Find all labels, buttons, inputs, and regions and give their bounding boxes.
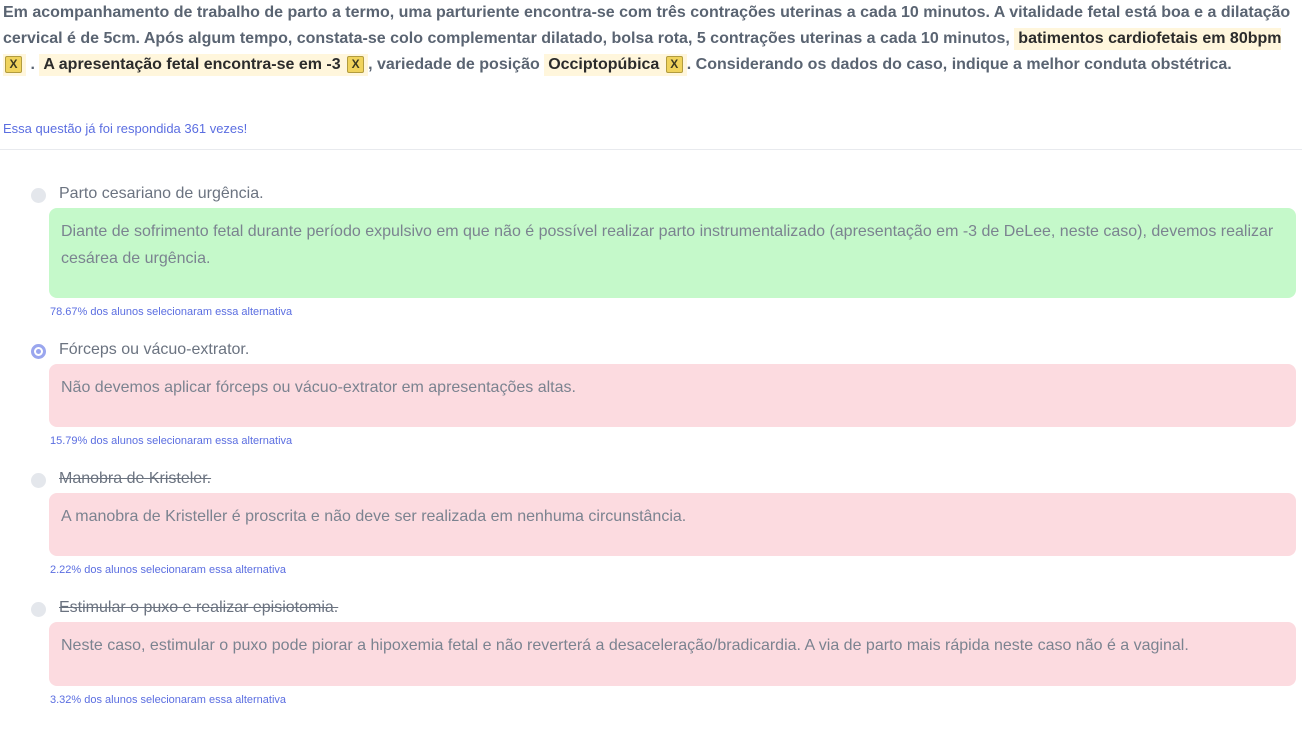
- question-text: , variedade de posição: [368, 56, 540, 73]
- remove-highlight-button[interactable]: X: [347, 56, 365, 73]
- remove-highlight-button[interactable]: X: [665, 56, 683, 73]
- divider: [0, 149, 1302, 150]
- option-a-label[interactable]: Parto cesariano de urgência.: [59, 185, 264, 203]
- highlight-text: batimentos cardiofetais em 80bpm: [1018, 30, 1282, 47]
- option-a-explanation: Diante de sofrimento fetal durante perío…: [49, 208, 1296, 298]
- option-d-explanation: Neste caso, estimular o puxo pode piorar…: [49, 622, 1296, 686]
- option-b-label[interactable]: Fórceps ou vácuo-extrator.: [59, 341, 249, 359]
- option-c-label[interactable]: Manobra de Kristeler.: [59, 470, 211, 488]
- option-c-explanation: A manobra de Kristeller é proscrita e nã…: [49, 493, 1296, 556]
- radio-option-a[interactable]: [31, 188, 46, 203]
- option-d-label[interactable]: Estimular o puxo e realizar episiotomia.: [59, 599, 338, 617]
- option-c-stat: 2.22% dos alunos selecionaram essa alter…: [50, 564, 287, 576]
- answered-count: Essa questão já foi respondida 361 vezes…: [3, 121, 248, 136]
- option-b-stat: 15.79% dos alunos selecionaram essa alte…: [50, 435, 293, 447]
- option-d-stat: 3.32% dos alunos selecionaram essa alter…: [50, 694, 287, 706]
- question-statement: Em acompanhamento de trabalho de parto a…: [3, 0, 1297, 78]
- option-a-stat: 78.67% dos alunos selecionaram essa alte…: [50, 306, 293, 318]
- radio-option-d[interactable]: [31, 602, 46, 617]
- highlight-position: Occiptopúbica X: [544, 54, 687, 76]
- highlight-presentation: A apresentação fetal encontra-se em -3 X: [39, 54, 369, 76]
- highlight-text: Occiptopúbica: [548, 56, 660, 73]
- radio-option-b[interactable]: [31, 344, 46, 359]
- remove-highlight-button[interactable]: X: [5, 56, 22, 73]
- question-text: . Considerando os dados do caso, indique…: [686, 56, 1232, 73]
- option-b-explanation: Não devemos aplicar fórceps ou vácuo-ext…: [49, 364, 1296, 427]
- question-text: .: [30, 56, 35, 73]
- radio-option-c[interactable]: [31, 473, 46, 488]
- highlight-text: A apresentação fetal encontra-se em -3: [43, 56, 341, 73]
